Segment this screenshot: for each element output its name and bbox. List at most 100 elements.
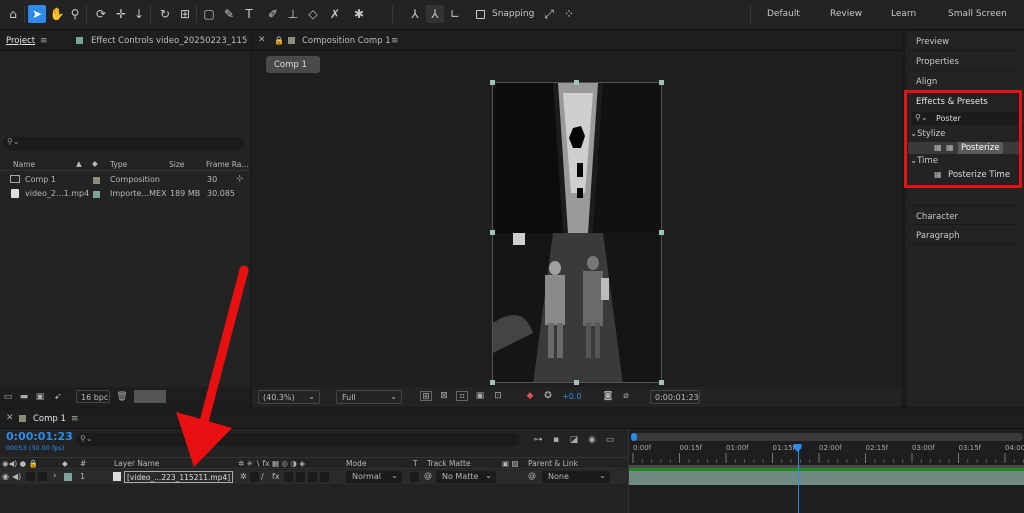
transform-handle[interactable] [490, 380, 495, 385]
local-axis-icon[interactable]: ⅄ [406, 5, 424, 23]
adobe-dynamic-link-icon[interactable]: ➹ [52, 392, 64, 402]
panel-menu-icon[interactable]: ≡ [40, 36, 48, 46]
world-axis-icon[interactable]: ⅄ [426, 5, 444, 23]
tab-effect-controls[interactable]: Effect Controls video_20250223_115 [91, 36, 247, 46]
mask-visibility-icon[interactable]: ⌗ [456, 391, 468, 402]
panel-menu-icon[interactable]: ≡ [391, 36, 399, 46]
lock-icon[interactable]: 🔒 [274, 36, 284, 45]
transform-handle[interactable] [659, 80, 664, 85]
zoom-tool-icon[interactable]: ⚲ [66, 5, 84, 23]
layer-row[interactable]: ◉ ◀) › 1 [video_...223_115211.mp4] ✲ ∕ f… [0, 470, 628, 484]
current-time-display[interactable]: 0:00:01:23 [650, 390, 700, 404]
time-navigator-bar[interactable] [631, 433, 1023, 441]
character-panel-header[interactable]: Character [908, 205, 1020, 225]
comp-mini-flowchart-icon[interactable]: ⊶ [532, 435, 544, 445]
column-size[interactable]: Size [169, 160, 184, 169]
region-of-interest-icon[interactable]: ▣ [474, 391, 486, 401]
tab-project[interactable]: Project [6, 36, 35, 46]
lock-toggle[interactable] [38, 472, 47, 481]
draft-3d-icon[interactable]: ▪ [550, 435, 562, 445]
rotation-tool-icon[interactable]: ↻ [156, 5, 174, 23]
solo-toggle[interactable] [26, 472, 35, 481]
reset-exposure-icon[interactable]: ✪ [542, 391, 554, 401]
column-name[interactable]: Name [13, 160, 35, 169]
snapping-checkbox[interactable] [476, 10, 485, 19]
workspace-default[interactable]: Default [767, 9, 800, 19]
pan-camera-icon[interactable]: ✛ [112, 5, 130, 23]
transform-handle[interactable] [490, 80, 495, 85]
home-icon[interactable]: ⌂ [4, 5, 22, 23]
layer-name[interactable]: [video_...223_115211.mp4] [124, 471, 234, 483]
collapse-switch[interactable] [250, 472, 259, 482]
transform-handle[interactable] [574, 380, 579, 385]
grid-guides-icon[interactable]: ⊡ [492, 391, 504, 401]
workspace-review[interactable]: Review [830, 9, 862, 19]
shy-switch-icon[interactable]: ✲ [240, 472, 247, 481]
chevron-right-icon[interactable]: › [53, 471, 57, 481]
mode-dropdown[interactable]: Normal ⌄ [346, 471, 402, 483]
audio-icon[interactable]: ◀) [12, 472, 21, 481]
project-row[interactable]: video_2...1.mp4 Importe...MEX 189 MB 30.… [0, 188, 250, 201]
transform-handle[interactable] [659, 230, 664, 235]
motion-blur-switch[interactable] [296, 472, 305, 482]
project-row[interactable]: Comp 1 Composition 30 ⊹ [0, 174, 250, 187]
zoom-dropdown[interactable]: (40.3%) ⌄ [258, 390, 320, 404]
track-matte-dropdown[interactable]: No Matte ⌄ [436, 471, 496, 483]
exposure-value[interactable]: +0.0 [562, 392, 581, 401]
navigator-start-handle[interactable] [631, 433, 637, 441]
transform-handle[interactable] [659, 380, 664, 385]
snap-edges-icon[interactable]: ⤢ [540, 5, 558, 23]
puppet-pin-tool-icon[interactable]: ✱ [350, 5, 368, 23]
label-swatch[interactable] [93, 191, 100, 198]
clone-stamp-tool-icon[interactable]: ⊥ [284, 5, 302, 23]
graph-editor-icon[interactable]: ▭ [604, 435, 616, 445]
composition-viewer[interactable] [492, 82, 662, 383]
bit-depth-button[interactable]: 16 bpc [76, 390, 110, 403]
comp-navigator-button[interactable]: Comp 1 [266, 56, 320, 73]
interpret-footage-icon[interactable]: ▭ [2, 392, 14, 402]
eye-icon[interactable]: ◉ [2, 472, 9, 481]
column-type[interactable]: Type [110, 160, 127, 169]
pen-tool-icon[interactable]: ✎ [220, 5, 238, 23]
hide-shy-layers-icon[interactable]: ◪ [568, 435, 580, 445]
quality-switch-icon[interactable]: ∕ [261, 472, 264, 481]
frame-blending-icon[interactable]: ◉ [586, 435, 598, 445]
column-mode[interactable]: Mode [346, 459, 366, 468]
orbit-camera-icon[interactable]: ⟳ [92, 5, 110, 23]
pan-behind-tool-icon[interactable]: ⊞ [176, 5, 194, 23]
align-panel-header[interactable]: Align [908, 71, 1020, 91]
preserve-transparency-toggle[interactable] [410, 472, 419, 482]
new-folder-icon[interactable]: ▬ [18, 392, 30, 402]
frame-blend-switch[interactable] [284, 472, 293, 482]
adjustment-switch[interactable] [308, 472, 317, 482]
close-tab-icon[interactable]: ✕ [258, 35, 266, 45]
layer-label-swatch[interactable] [64, 473, 72, 481]
eraser-tool-icon[interactable]: ◇ [304, 5, 322, 23]
properties-panel-header[interactable]: Properties [908, 51, 1020, 71]
tab-composition[interactable]: Composition Comp 1 [302, 36, 391, 46]
new-composition-icon[interactable]: ▣ [34, 392, 46, 402]
workspace-small-screen[interactable]: Small Screen [948, 9, 1007, 19]
transparency-grid-icon[interactable]: ⊠ [438, 391, 450, 401]
tab-timeline-comp[interactable]: Comp 1 [33, 414, 66, 424]
rectangle-tool-icon[interactable]: ▢ [200, 5, 218, 23]
fx-switch-icon[interactable]: fx [272, 472, 280, 481]
close-tab-icon[interactable]: ✕ [6, 413, 14, 423]
column-parent[interactable]: Parent & Link [528, 459, 578, 468]
color-channels-icon[interactable]: ◆ [524, 391, 536, 401]
selection-tool-icon[interactable]: ➤ [28, 5, 46, 23]
roto-brush-tool-icon[interactable]: ✗ [326, 5, 344, 23]
flowchart-icon[interactable]: ⊹ [236, 174, 244, 184]
dolly-camera-icon[interactable]: ↓ [130, 5, 148, 23]
paragraph-panel-header[interactable]: Paragraph [908, 225, 1020, 245]
view-axis-icon[interactable]: ∟ [446, 5, 464, 23]
column-track-matte[interactable]: Track Matte [427, 459, 471, 468]
trash-icon[interactable]: 🗑 [116, 392, 128, 402]
transform-handle[interactable] [574, 80, 579, 85]
type-tool-icon[interactable]: T [240, 5, 258, 23]
snapshot-camera-icon[interactable]: ◙ [602, 391, 614, 401]
panel-menu-icon[interactable]: ≡ [71, 414, 79, 424]
resolution-dropdown[interactable]: Full ⌄ [336, 390, 402, 404]
layer-duration-bar[interactable] [629, 471, 1024, 485]
3d-layer-switch[interactable] [320, 472, 329, 482]
